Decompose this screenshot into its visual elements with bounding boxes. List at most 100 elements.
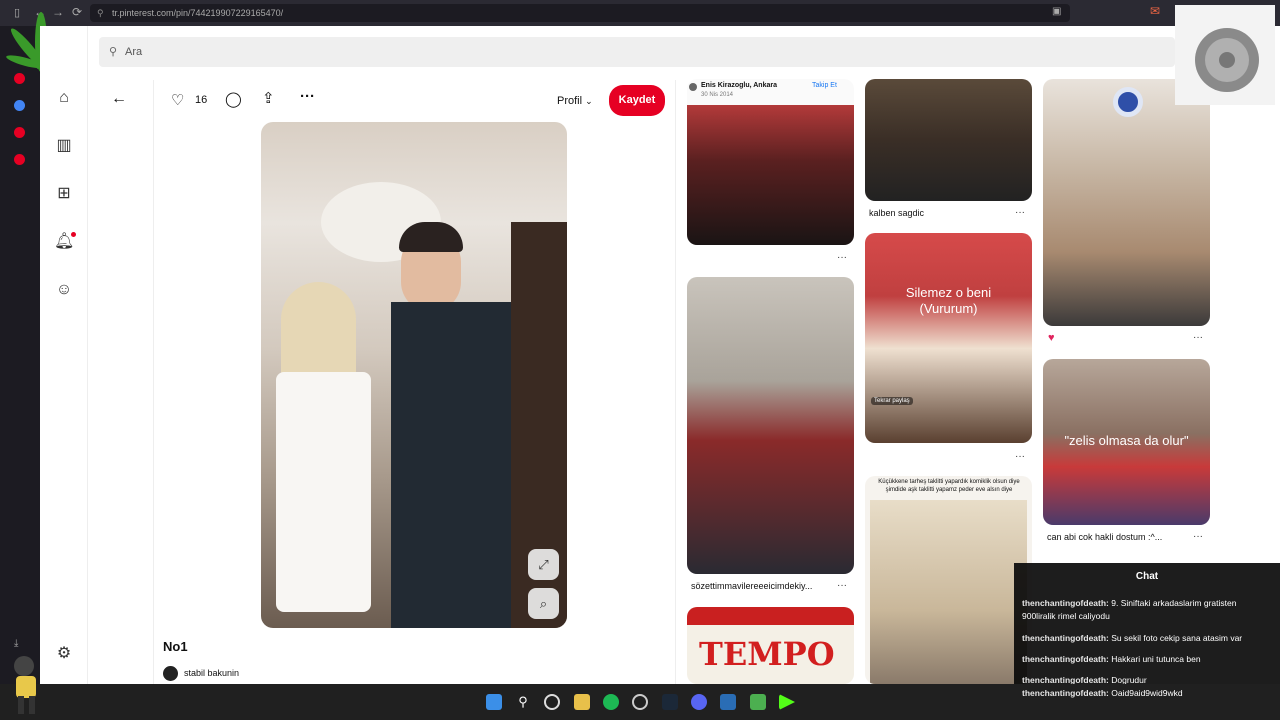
chat-username: thenchantingofdeath: [1022,688,1109,698]
chat-text: Oaid9aid9wid9wkd [1111,688,1183,698]
evil-eye-icon [1113,87,1143,117]
folder-icon[interactable] [574,694,590,710]
browser-toolbar: ▯ ← → ⟳ ⚲ tr.pinterest.com/pin/744219907… [0,0,1280,26]
extension-icon[interactable]: ✉ [1150,4,1160,18]
white-dress [276,372,371,612]
back-icon[interactable]: ← [111,90,127,108]
app-icon[interactable] [720,694,736,710]
overlay-quote: "zelis olmasa da olur" [1064,433,1189,448]
save-button[interactable]: Kaydet [609,85,665,116]
streamer-emblem [1175,5,1275,105]
like-count: 16 [195,94,208,106]
pinterest-tab-icon[interactable] [14,127,25,138]
heart-reaction-icon: ♥ [1048,332,1055,344]
steam-icon[interactable] [662,694,678,710]
visual-search-icon[interactable]: ⌕ [528,588,559,619]
notification-dot [71,232,76,237]
chat-message: thenchantingofdeath: 9. Siniftaki arkada… [1022,597,1272,623]
search-input[interactable]: ⚲ Ara [99,37,1175,67]
explore-icon[interactable]: ▥ [54,136,74,156]
character-overlay-icon [14,656,36,714]
chat-message: thenchantingofdeath: Dogrudur [1022,674,1272,684]
more-icon[interactable]: ··· [1193,531,1203,542]
shield-emblem-icon [1195,28,1259,92]
browser-icon[interactable] [632,694,648,710]
pin-caption: can abi cok hakli dostum :^... [1047,532,1163,542]
chat-text: Su sekil foto cekip sana atasim var [1111,633,1243,643]
video-overlay-text: Silemez o beni (Vururum) [865,285,1032,317]
create-icon[interactable]: ⊞ [54,184,74,204]
pin-image[interactable]: ⤢ ⌕ [261,122,567,628]
pinterest-nav: ⌂ ▥ ⊞ 🔔︎ ☺ ⚙ [40,26,88,684]
share-icon[interactable]: ⇪ [262,89,275,107]
profile-dropdown[interactable]: Profil ⌄ [557,95,593,107]
more-icon[interactable]: ··· [1015,207,1025,218]
site-info-icon[interactable]: ⚲ [97,4,104,22]
pin-caption: kalben sagdic [869,208,925,218]
chevron-down-icon: ⌄ [585,96,593,106]
spotify-icon[interactable] [603,694,619,710]
start-icon[interactable] [486,694,502,710]
more-icon[interactable]: ··· [837,252,847,263]
chat-message: thenchantingofdeath: Oaid9aid9wid9wkd [1022,688,1272,698]
discord-icon[interactable] [691,694,707,710]
more-icon[interactable]: ··· [1015,451,1025,462]
meme-photo [870,500,1027,684]
avatar [689,83,697,91]
google-tab-icon[interactable] [14,100,25,111]
post-author: Enis Kirazoglu, Ankara [701,82,777,89]
download-icon[interactable]: ⤓ [14,638,18,649]
grid-pin-5[interactable]: Silemez o beni (Vururum) Tekrar paylaş [865,233,1032,443]
search-placeholder: Ara [125,46,143,58]
grid-pin-6[interactable]: Küçükkene tarheş taklitti yapardık komik… [865,476,1032,684]
pin-title: No1 [163,639,188,654]
avatar[interactable] [163,666,178,681]
expand-icon[interactable]: ⤢ [528,549,559,580]
browser-sidebar: ⤓ [0,26,40,684]
chat-icon[interactable]: ☺ [54,280,74,300]
reader-icon[interactable]: ▣ [1052,6,1061,17]
more-icon[interactable]: ··· [1193,332,1203,343]
chat-username: thenchantingofdeath: [1022,598,1109,608]
grid-pin-3[interactable]: TEMPO [687,607,854,684]
chat-text: Hakkari uni tutunca ben [1111,654,1201,664]
post-date: 30 Nis 2014 [701,92,734,98]
meme-caption: Küçükkene tarheş taklitti yapardık komik… [878,479,1020,493]
address-bar[interactable]: ⚲ tr.pinterest.com/pin/74421990722916547… [90,4,1070,22]
man-hair [399,222,463,252]
more-icon[interactable]: ··· [300,88,315,105]
magazine-title: TEMPO [699,635,835,673]
grid-pin-4[interactable] [865,79,1032,201]
chat-message: thenchantingofdeath: Hakkari uni tutunca… [1022,653,1272,666]
search-icon: ⚲ [109,46,118,58]
chat-title: Chat [1135,571,1159,582]
profile-label: Profil [557,95,583,107]
grid-pin-2[interactable] [687,277,854,574]
url-text: tr.pinterest.com/pin/744219907229165470/ [112,8,284,18]
chat-text: Dogrudur [1111,675,1147,684]
chat-username: thenchantingofdeath: [1022,675,1109,684]
follow-link: Takip Et [812,82,837,89]
comment-icon[interactable]: ◯ [225,90,242,108]
party-photo [687,105,854,245]
magazine-banner [687,607,854,625]
chat-username: thenchantingofdeath: [1022,654,1109,664]
heart-icon[interactable]: ♡ [171,91,184,109]
pinterest-tab-icon[interactable] [14,154,25,165]
chat-message: thenchantingofdeath: Su sekil foto cekip… [1022,632,1272,645]
grid-pin-1[interactable]: Enis Kirazoglu, Ankara Takip Et 30 Nis 2… [687,79,854,245]
more-icon[interactable]: ··· [837,580,847,591]
pin-caption: sözettimmavilereeeicimdekiy... [691,581,813,591]
stream-chat: Chat thenchantingofdeath: 9. Siniftaki a… [1014,563,1280,684]
overlay-line-1: Silemez o beni [905,285,992,300]
repost-tag: Tekrar paylaş [871,397,913,405]
overlay-line-2: (Vururum) [919,301,978,316]
author-name[interactable]: stabil bakunin [184,668,239,678]
chat-username: thenchantingofdeath: [1022,633,1109,643]
obs-icon[interactable] [544,694,560,710]
search-icon[interactable]: ⚲ [515,694,531,710]
home-icon[interactable]: ⌂ [54,88,74,108]
grid-pin-7[interactable] [1043,79,1210,326]
app-icon[interactable] [750,694,766,710]
grid-pin-8[interactable]: "zelis olmasa da olur" [1043,359,1210,525]
